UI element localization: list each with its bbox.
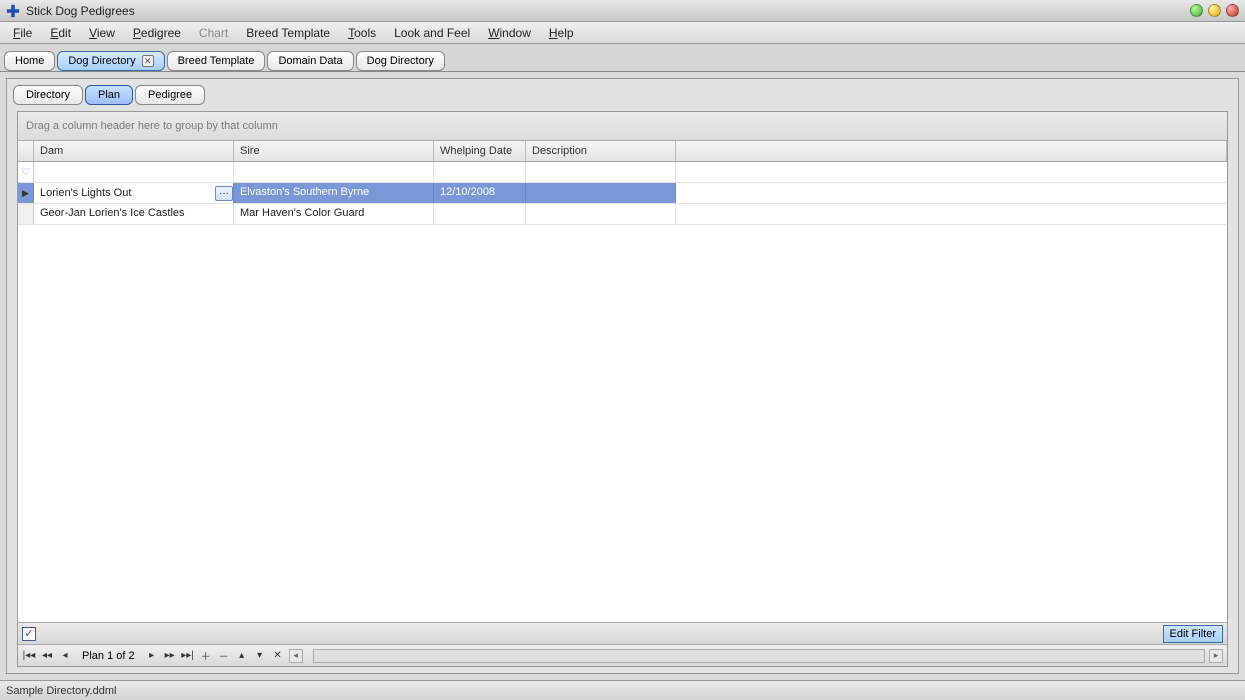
data-grid: Drag a column header here to group by th… [17,111,1228,667]
cell-dam[interactable]: Geor-Jan Lorien's Ice Castles [34,204,234,224]
nav-up-icon[interactable]: ▴ [235,649,249,663]
cell-description[interactable] [526,183,676,203]
window-controls [1190,4,1239,17]
nav-position: Plan 1 of 2 [76,650,141,662]
scroll-right-icon[interactable]: ▸ [1209,649,1223,663]
cell-whelping-date[interactable] [434,204,526,224]
menu-edit[interactable]: Edit [41,23,80,43]
cell-sire[interactable]: Mar Haven's Color Guard [234,204,434,224]
grid-body: ♡ ▶ Lorien's Lights Out ··· Elvas [18,162,1227,622]
app-icon [6,4,20,18]
nav-cancel-icon[interactable]: ✕ [271,649,285,663]
nav-down-icon[interactable]: ▾ [253,649,267,663]
column-header-whelping-date[interactable]: Whelping Date [434,141,526,161]
nav-add-icon[interactable]: ＋ [199,649,213,663]
menu-breed-template[interactable]: Breed Template [237,23,339,43]
filter-whelping-date[interactable] [434,162,526,182]
filter-sire[interactable] [234,162,434,182]
scroll-left-icon[interactable]: ◂ [289,649,303,663]
group-by-panel[interactable]: Drag a column header here to group by th… [18,112,1227,141]
close-icon[interactable]: ✕ [142,55,154,67]
sub-tab-pedigree[interactable]: Pedigree [135,85,205,105]
cell-dam[interactable]: Lorien's Lights Out ··· [34,183,234,203]
cell-whelping-date[interactable]: 12/10/2008 [434,183,526,203]
window-title: Stick Dog Pedigrees [26,4,1190,18]
filter-bar: ✓ Edit Filter [18,622,1227,644]
filter-checkbox[interactable]: ✓ [22,627,36,641]
record-navigator: |◂◂ ◂◂ ◂ Plan 1 of 2 ▸ ▸▸ ▸▸| ＋ － ▴ ▾ ✕ … [18,644,1227,666]
menu-pedigree[interactable]: Pedigree [124,23,190,43]
nav-prev-icon[interactable]: ◂ [58,649,72,663]
menubar: File Edit View Pedigree Chart Breed Temp… [0,22,1245,44]
inner-panel: Directory Plan Pedigree Drag a column he… [6,78,1239,674]
nav-next-icon[interactable]: ▸ [145,649,159,663]
row-indicator [18,204,34,224]
menu-help[interactable]: Help [540,23,583,43]
cell-dam-text: Lorien's Lights Out [40,187,131,199]
row-indicator: ▶ [18,183,34,203]
menu-view[interactable]: View [80,23,124,43]
table-row[interactable]: ▶ Lorien's Lights Out ··· Elvaston's Sou… [18,183,1227,204]
column-header-dam[interactable]: Dam [34,141,234,161]
nav-first-icon[interactable]: |◂◂ [22,649,36,663]
column-header-empty [676,141,1227,161]
cell-description[interactable] [526,204,676,224]
tab-domain-data[interactable]: Domain Data [267,51,353,71]
edit-filter-button[interactable]: Edit Filter [1163,625,1223,643]
filter-description[interactable] [526,162,676,182]
nav-last-icon[interactable]: ▸▸| [181,649,195,663]
minimize-button[interactable] [1190,4,1203,17]
ellipsis-button[interactable]: ··· [215,186,233,201]
tab-home[interactable]: Home [4,51,55,71]
nav-prev-page-icon[interactable]: ◂◂ [40,649,54,663]
sub-tab-plan[interactable]: Plan [85,85,133,105]
status-file: Sample Directory.ddml [6,685,116,697]
menu-file[interactable]: File [4,23,41,43]
menu-window[interactable]: Window [479,23,540,43]
sub-tabs: Directory Plan Pedigree [7,79,1238,105]
filter-row: ♡ [18,162,1227,183]
tab-breed-template[interactable]: Breed Template [167,51,266,71]
maximize-button[interactable] [1208,4,1221,17]
column-header-description[interactable]: Description [526,141,676,161]
filter-dam[interactable] [34,162,234,182]
titlebar: Stick Dog Pedigrees [0,0,1245,22]
content-area: Directory Plan Pedigree Drag a column he… [0,72,1245,680]
statusbar: Sample Directory.ddml [0,680,1245,700]
sub-tab-directory[interactable]: Directory [13,85,83,105]
current-row-icon: ▶ [22,188,29,199]
grid-header: Dam Sire Whelping Date Description [18,141,1227,162]
menu-chart: Chart [190,23,237,43]
horizontal-scrollbar[interactable] [313,649,1205,663]
row-indicator-header [18,141,34,161]
menu-look-and-feel[interactable]: Look and Feel [385,23,479,43]
nav-next-page-icon[interactable]: ▸▸ [163,649,177,663]
document-tabs: Home Dog Directory ✕ Breed Template Doma… [0,44,1245,72]
close-button[interactable] [1226,4,1239,17]
nav-remove-icon[interactable]: － [217,649,231,663]
table-row[interactable]: Geor-Jan Lorien's Ice Castles Mar Haven'… [18,204,1227,225]
menu-tools[interactable]: Tools [339,23,385,43]
column-header-sire[interactable]: Sire [234,141,434,161]
filter-icon: ♡ [18,162,34,182]
tab-dog-directory[interactable]: Dog Directory ✕ [57,51,164,71]
tab-dog-directory-2[interactable]: Dog Directory [356,51,445,71]
cell-sire[interactable]: Elvaston's Southern Byrne [234,183,434,203]
